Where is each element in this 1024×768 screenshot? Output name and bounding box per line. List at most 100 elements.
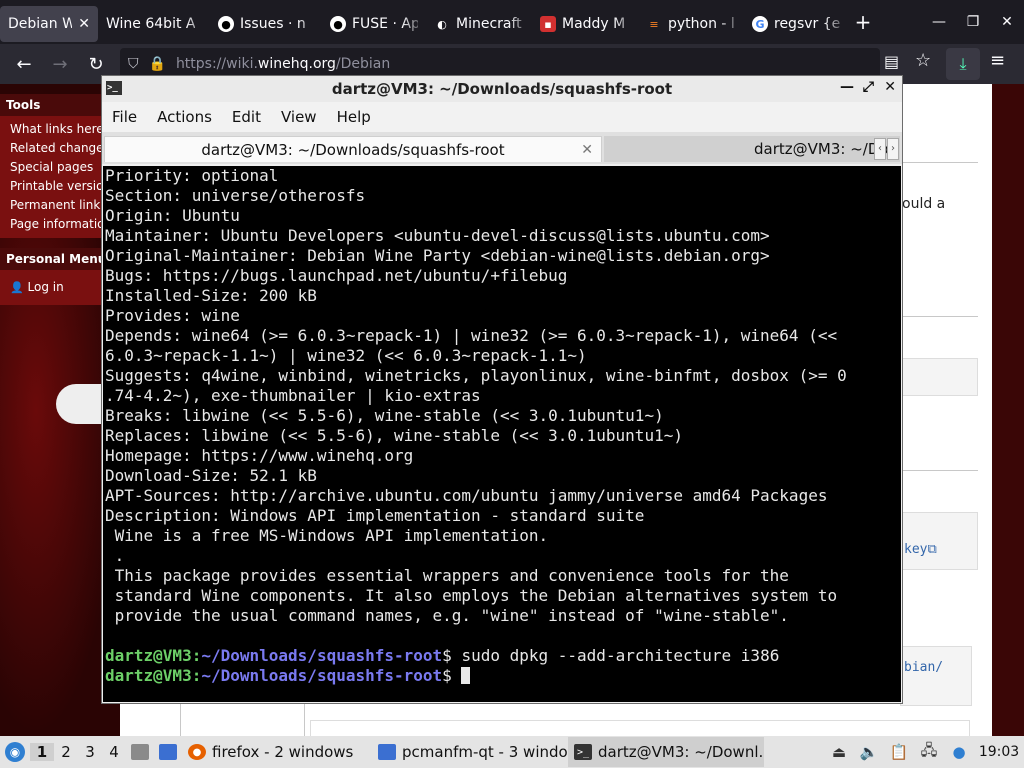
task-label: dartz@VM3: ~/Downl...: [598, 743, 764, 761]
clock: 19:03: [978, 744, 1020, 760]
task-label: firefox - 2 windows: [212, 743, 354, 761]
desktop-2[interactable]: 2: [54, 743, 78, 761]
browser-tab-debian-wiki[interactable]: Debian Wi ✕: [0, 6, 98, 42]
terminal-line: Original-Maintainer: Debian Wine Party <…: [105, 246, 770, 265]
browser-tab-wine64bit[interactable]: Wine 64bit A: [98, 6, 210, 42]
terminal-line: Wine is a free MS-Windows API implementa…: [105, 526, 549, 545]
terminal-tab-label: dartz@VM3: ~/Do: [754, 140, 889, 158]
close-icon[interactable]: ✕: [884, 79, 896, 95]
terminal-line: provide the usual command names, e.g. "w…: [105, 606, 789, 625]
terminal-line: Provides: wine: [105, 306, 240, 325]
download-icon[interactable]: ⤓: [946, 48, 980, 80]
terminal-icon: >_: [574, 744, 592, 760]
desktop-1[interactable]: 1: [30, 743, 54, 761]
tab-close-icon[interactable]: ✕: [72, 16, 90, 32]
bookmark-star-icon[interactable]: ☆: [915, 50, 931, 71]
menu-help[interactable]: Help: [337, 108, 371, 126]
terminal-tab-label: dartz@VM3: ~/Downloads/squashfs-root: [201, 140, 505, 159]
terminal-line: .: [105, 546, 125, 565]
browser-tab-python[interactable]: ≡ python - l: [638, 6, 744, 42]
browser-tab-issues[interactable]: ● Issues · n: [210, 6, 322, 42]
desktop-3[interactable]: 3: [78, 743, 102, 761]
terminal-line: Origin: Ubuntu: [105, 206, 240, 225]
menu-edit[interactable]: Edit: [232, 108, 261, 126]
terminal-line: Breaks: libwine (<< 5.5-6), wine-stable …: [105, 406, 664, 425]
command-text: sudo dpkg --add-architecture i386: [451, 646, 780, 665]
wiki-external-link[interactable]: key⧉: [904, 542, 937, 557]
terminal-line: APT-Sources: http://archive.ubuntu.com/u…: [105, 486, 828, 505]
terminal-line: Priority: optional: [105, 166, 279, 185]
sidebar-link-special-pages[interactable]: Special pages: [10, 158, 110, 177]
minimize-icon[interactable]: —: [922, 14, 956, 30]
minimize-icon[interactable]: —: [840, 79, 854, 95]
browser-tab-strip: Debian Wi ✕ Wine 64bit A ● Issues · n ● …: [0, 0, 1024, 44]
sidebar-link-what-links-here[interactable]: What links here: [10, 120, 110, 139]
google-icon: G: [752, 16, 768, 32]
sidebar-link-permanent-link[interactable]: Permanent link: [10, 196, 110, 215]
network-icon[interactable]: 🖧: [914, 740, 944, 765]
task-firefox[interactable]: ● firefox - 2 windows: [182, 737, 372, 767]
tab-scroll-right-icon[interactable]: ›: [887, 138, 899, 160]
browser-tab-regsvr[interactable]: G regsvr {e: [744, 6, 848, 42]
show-desktop-icon[interactable]: [154, 736, 182, 768]
sidebar-link-related-changes[interactable]: Related changes: [10, 139, 110, 158]
volume-icon[interactable]: 🔈: [854, 743, 884, 761]
terminal-line: Suggests: q4wine, winbind, winetricks, p…: [105, 366, 847, 385]
task-terminal[interactable]: >_ dartz@VM3: ~/Downl...: [568, 737, 764, 767]
sidebar-link-printable-version[interactable]: Printable version: [10, 177, 110, 196]
browser-tab-maddy[interactable]: ▪ Maddy M: [532, 6, 638, 42]
firefox-icon: ●: [188, 744, 206, 760]
desktop-4[interactable]: 4: [102, 743, 126, 761]
clipboard-icon[interactable]: 📋: [884, 743, 914, 761]
terminal-window[interactable]: >_ dartz@VM3: ~/Downloads/squashfs-root …: [101, 75, 903, 704]
terminal-line: Depends: wine64 (>= 6.0.3~repack-1) | wi…: [105, 326, 838, 345]
terminal-title: dartz@VM3: ~/Downloads/squashfs-root: [331, 80, 673, 98]
reader-view-icon[interactable]: ▤: [884, 52, 899, 71]
terminal-titlebar[interactable]: >_ dartz@VM3: ~/Downloads/squashfs-root …: [102, 76, 902, 102]
reload-icon[interactable]: ↻: [78, 54, 114, 75]
terminal-line: standard Wine components. It also employ…: [105, 586, 838, 605]
update-icon[interactable]: ●: [944, 743, 974, 761]
restore-icon[interactable]: ❐: [956, 14, 990, 30]
terminal-output: Priority: optional Section: universe/othe…: [103, 166, 901, 686]
terminal-screen[interactable]: Priority: optional Section: universe/othe…: [103, 166, 901, 702]
login-link[interactable]: 👤 Log in: [10, 278, 110, 297]
folder-icon: [378, 744, 396, 760]
hamburger-menu-icon[interactable]: ≡: [990, 50, 1005, 71]
tab-label: Wine 64bit A: [106, 16, 196, 32]
task-pcmanfm[interactable]: pcmanfm-qt - 3 windo...: [372, 737, 568, 767]
terminal-line: Maintainer: Ubuntu Developers <ubuntu-de…: [105, 226, 770, 245]
lubuntu-logo-icon: ◉: [5, 742, 25, 762]
terminal-line: Homepage: https://www.winehq.org: [105, 446, 414, 465]
minecraft-icon: ◐: [437, 17, 447, 31]
start-menu-button[interactable]: ◉: [0, 736, 30, 768]
menu-file[interactable]: File: [112, 108, 137, 126]
terminal-menubar: File Actions Edit View Help: [102, 102, 902, 132]
menu-view[interactable]: View: [281, 108, 317, 126]
tab-close-icon[interactable]: ✕: [581, 142, 593, 158]
menu-actions[interactable]: Actions: [157, 108, 212, 126]
terminal-line: Section: universe/otherosfs: [105, 186, 366, 205]
forward-arrow-icon[interactable]: →: [42, 54, 78, 75]
new-tab-button[interactable]: +: [848, 10, 878, 34]
file-manager-icon[interactable]: [126, 736, 154, 768]
github-icon: ●: [330, 16, 346, 32]
terminal-tab-1[interactable]: dartz@VM3: ~/Downloads/squashfs-root ✕: [104, 136, 602, 162]
terminal-line: Description: Windows API implementation …: [105, 506, 645, 525]
sidebar-link-page-information[interactable]: Page information: [10, 215, 110, 234]
tab-label: Issues · n: [240, 16, 306, 32]
close-icon[interactable]: ✕: [990, 14, 1024, 30]
maddy-icon: ▪: [540, 16, 556, 32]
terminal-tab-2[interactable]: dartz@VM3: ~/Do: [604, 136, 900, 162]
tab-scroll-left-icon[interactable]: ‹: [874, 138, 886, 160]
wiki-right-background: [992, 84, 1024, 736]
browser-tab-minecraft[interactable]: ◐ Minecraft: [426, 6, 532, 42]
browser-tab-fuse[interactable]: ● FUSE · Ap: [322, 6, 426, 42]
user-icon: 👤: [10, 281, 24, 294]
eject-icon[interactable]: ⏏: [824, 743, 854, 761]
github-icon: ●: [218, 16, 234, 32]
url-text: https://wiki.winehq.org/Debian: [175, 56, 391, 72]
back-arrow-icon[interactable]: ←: [6, 54, 42, 75]
maximize-icon[interactable]: ⤢: [863, 79, 874, 95]
